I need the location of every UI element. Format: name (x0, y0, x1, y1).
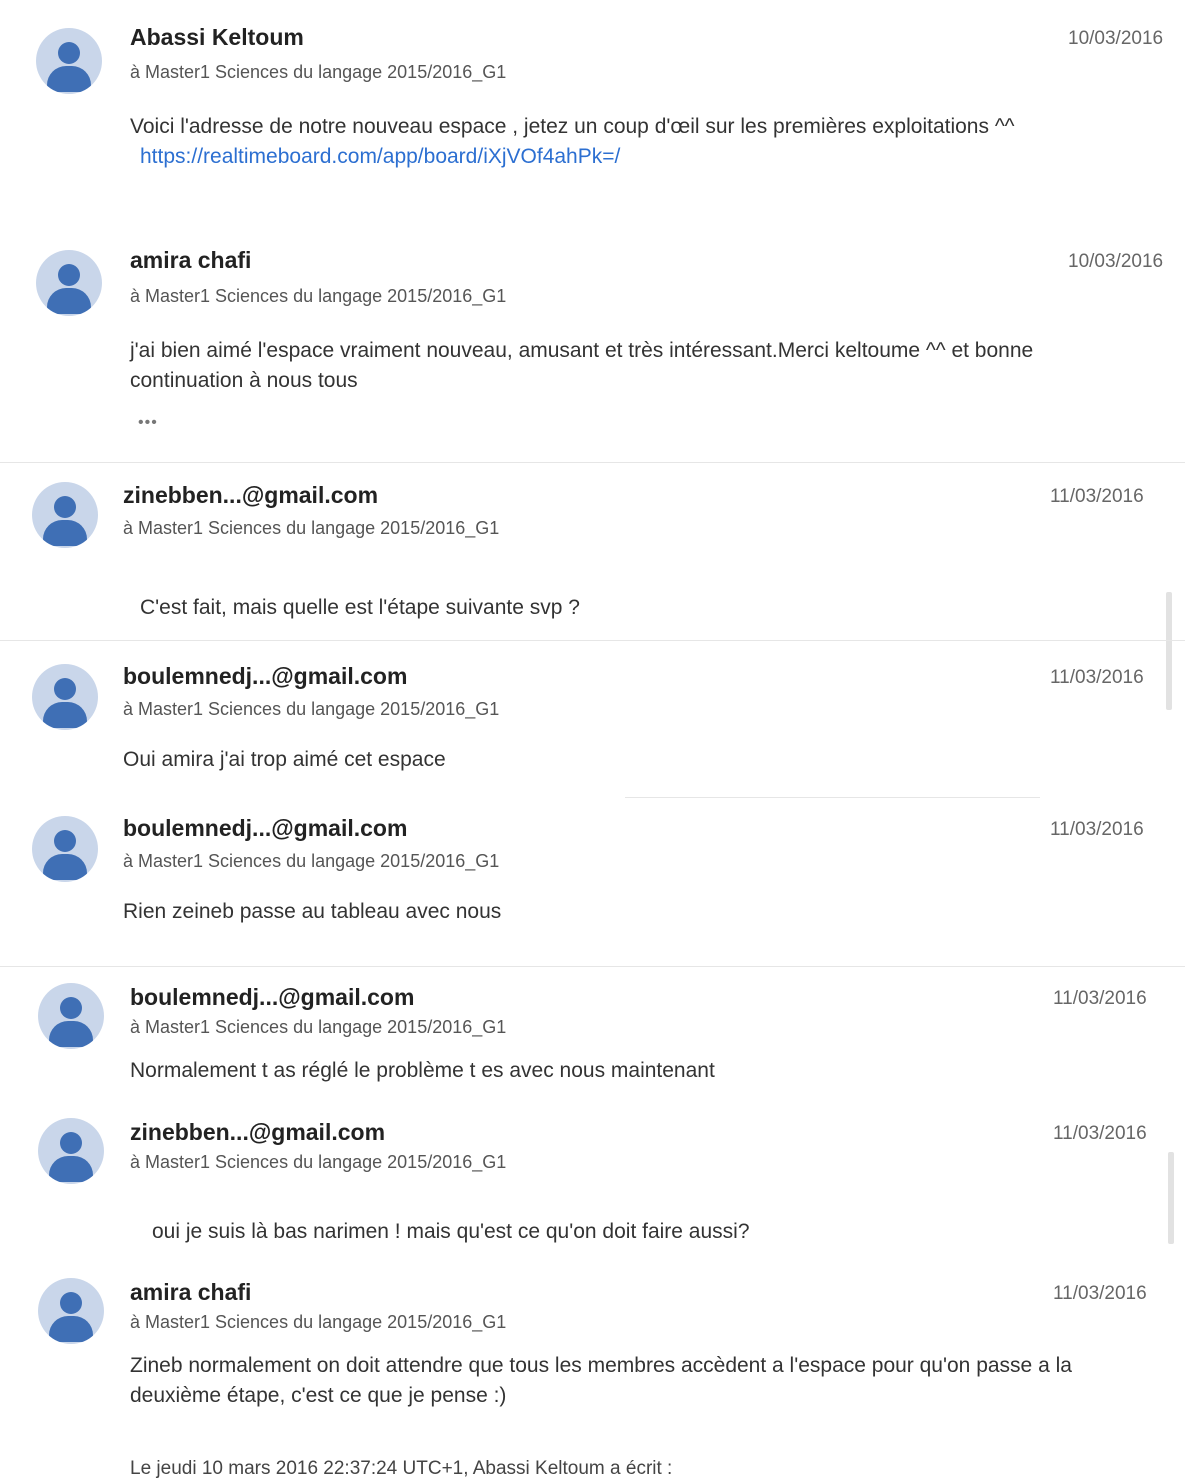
post-date: 11/03/2016 (1050, 819, 1144, 840)
post-group[interactable]: à Master1 Sciences du langage 2015/2016_… (123, 851, 499, 872)
post-date: 11/03/2016 (1050, 667, 1144, 688)
post-group[interactable]: à Master1 Sciences du langage 2015/2016_… (130, 1152, 506, 1173)
avatar-head (58, 42, 80, 64)
post-group[interactable]: à Master1 Sciences du langage 2015/2016_… (130, 62, 506, 83)
post-author[interactable]: zinebben...@gmail.com (130, 1119, 385, 1146)
avatar[interactable] (38, 983, 104, 1049)
avatar-head (60, 1292, 82, 1314)
avatar-body (47, 66, 91, 92)
avatar[interactable] (36, 28, 102, 94)
scrollbar[interactable] (1166, 592, 1172, 710)
post-body: Voici l'adresse de notre nouveau espace … (130, 115, 1015, 138)
avatar-head (58, 264, 80, 286)
post-text: Normalement t as réglé le problème t es … (130, 1059, 715, 1082)
avatar-head (54, 496, 76, 518)
avatar-body (43, 854, 87, 880)
post-author[interactable]: boulemnedj...@gmail.com (123, 663, 407, 690)
post-date: 11/03/2016 (1053, 988, 1147, 1009)
post-group[interactable]: à Master1 Sciences du langage 2015/2016_… (123, 699, 499, 720)
post-text: j'ai bien aimé l'espace vraiment nouveau… (130, 339, 1034, 392)
avatar-body (47, 288, 91, 314)
avatar-head (54, 678, 76, 700)
avatar-head (60, 1132, 82, 1154)
post-author[interactable]: boulemnedj...@gmail.com (123, 815, 407, 842)
avatar[interactable] (32, 664, 98, 730)
post-text: Voici l'adresse de notre nouveau espace … (130, 112, 1130, 172)
avatar-body (43, 520, 87, 546)
avatar[interactable] (36, 250, 102, 316)
avatar[interactable] (32, 816, 98, 882)
post-date: 11/03/2016 (1053, 1123, 1147, 1144)
post-date: 10/03/2016 (1068, 251, 1164, 272)
post-author[interactable]: amira chafi (130, 1279, 251, 1306)
avatar[interactable] (32, 482, 98, 548)
more-button[interactable]: ••• (138, 414, 158, 432)
avatar-head (60, 997, 82, 1019)
divider (625, 797, 1040, 798)
avatar[interactable] (38, 1278, 104, 1344)
post-group[interactable]: à Master1 Sciences du langage 2015/2016_… (130, 286, 506, 307)
post-date: 11/03/2016 (1050, 486, 1144, 507)
divider (0, 966, 1185, 967)
post-group[interactable]: à Master1 Sciences du langage 2015/2016_… (123, 518, 499, 539)
scrollbar[interactable] (1168, 1152, 1174, 1244)
divider (0, 462, 1185, 463)
board-link[interactable]: https://realtimeboard.com/app/board/iXjV… (140, 145, 620, 168)
post-date: 11/03/2016 (1053, 1283, 1147, 1304)
avatar[interactable] (38, 1118, 104, 1184)
post-text: C'est fait, mais quelle est l'étape suiv… (140, 596, 580, 619)
avatar-body (49, 1156, 93, 1182)
avatar-body (49, 1316, 93, 1342)
post-author[interactable]: boulemnedj...@gmail.com (130, 984, 414, 1011)
post-text: Rien zeineb passe au tableau avec nous (123, 900, 502, 923)
avatar-body (43, 702, 87, 728)
post-group[interactable]: à Master1 Sciences du langage 2015/2016_… (130, 1312, 506, 1333)
post-text: oui je suis là bas narimen ! mais qu'est… (152, 1220, 750, 1243)
post-author[interactable]: amira chafi (130, 247, 251, 274)
avatar-head (54, 830, 76, 852)
post-text: Zineb normalement on doit attendre que t… (130, 1354, 1072, 1407)
post-text: Oui amira j'ai trop aimé cet espace (123, 748, 446, 771)
divider (0, 640, 1185, 641)
post-author[interactable]: zinebben...@gmail.com (123, 482, 378, 509)
post-group[interactable]: à Master1 Sciences du langage 2015/2016_… (130, 1017, 506, 1038)
post-date: 10/03/2016 (1068, 28, 1164, 49)
quote-header: Le jeudi 10 mars 2016 22:37:24 UTC+1, Ab… (130, 1458, 673, 1479)
avatar-body (49, 1021, 93, 1047)
post-author[interactable]: Abassi Keltoum (130, 24, 304, 51)
